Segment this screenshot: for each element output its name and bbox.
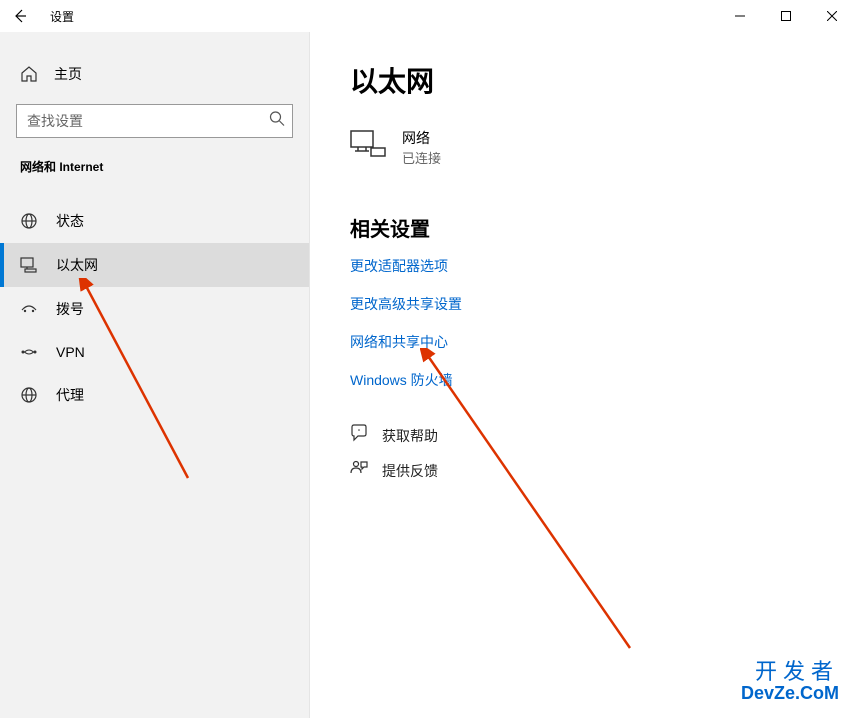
minimize-button[interactable] [717, 0, 763, 32]
feedback-icon [350, 459, 368, 482]
sidebar-item-status[interactable]: 状态 [0, 199, 309, 243]
sidebar: 主页 网络和 Internet 状态 以太网 拨号 VPN [0, 32, 310, 718]
window-title: 设置 [50, 8, 74, 25]
maximize-button[interactable] [763, 0, 809, 32]
home-icon [20, 65, 38, 83]
watermark-line1: 开发者 [741, 660, 839, 684]
sidebar-item-label: 代理 [56, 385, 84, 405]
feedback-link[interactable]: 提供反馈 [350, 459, 815, 482]
network-state: 已连接 [402, 148, 441, 167]
window-controls [717, 0, 855, 32]
status-icon [20, 212, 38, 230]
sidebar-item-label: 以太网 [56, 255, 98, 275]
watermark-line2: DevZe.CoM [741, 684, 839, 704]
titlebar: 设置 [0, 0, 855, 32]
sidebar-item-vpn[interactable]: VPN [0, 331, 309, 373]
home-link[interactable]: 主页 [0, 56, 309, 92]
sidebar-item-ethernet[interactable]: 以太网 [0, 243, 309, 287]
watermark: 开发者 DevZe.CoM [741, 660, 839, 704]
help-icon [350, 424, 368, 447]
monitor-icon [350, 130, 386, 165]
proxy-icon [20, 386, 38, 404]
related-settings-title: 相关设置 [350, 213, 815, 242]
ethernet-icon [20, 256, 38, 274]
back-arrow-icon [12, 8, 28, 24]
feedback-label: 提供反馈 [382, 461, 438, 481]
network-name: 网络 [402, 128, 441, 148]
link-adapter-options[interactable]: 更改适配器选项 [350, 258, 448, 274]
close-icon [827, 11, 837, 21]
link-advanced-sharing[interactable]: 更改高级共享设置 [350, 296, 462, 312]
content-pane: 以太网 网络 已连接 相关设置 更改适配器选项 更改高级共享设置 网络和共享中心… [310, 32, 855, 718]
sidebar-item-proxy[interactable]: 代理 [0, 373, 309, 417]
category-title: 网络和 Internet [0, 158, 309, 175]
get-help-label: 获取帮助 [382, 426, 438, 446]
sidebar-item-label: 拨号 [56, 299, 84, 319]
back-button[interactable] [8, 4, 32, 28]
link-network-sharing-center[interactable]: 网络和共享中心 [350, 334, 448, 350]
nav-list: 状态 以太网 拨号 VPN 代理 [0, 199, 309, 417]
home-label: 主页 [54, 64, 82, 84]
page-title: 以太网 [350, 60, 815, 100]
sidebar-item-dialup[interactable]: 拨号 [0, 287, 309, 331]
sidebar-item-label: VPN [56, 344, 85, 360]
vpn-icon [20, 343, 38, 361]
network-status-block[interactable]: 网络 已连接 [350, 128, 815, 167]
sidebar-item-label: 状态 [56, 211, 84, 231]
close-button[interactable] [809, 0, 855, 32]
maximize-icon [781, 11, 791, 21]
get-help-link[interactable]: 获取帮助 [350, 424, 815, 447]
dialup-icon [20, 300, 38, 318]
search-input[interactable] [16, 104, 293, 138]
minimize-icon [735, 11, 745, 21]
link-windows-firewall[interactable]: Windows 防火墙 [350, 372, 453, 388]
